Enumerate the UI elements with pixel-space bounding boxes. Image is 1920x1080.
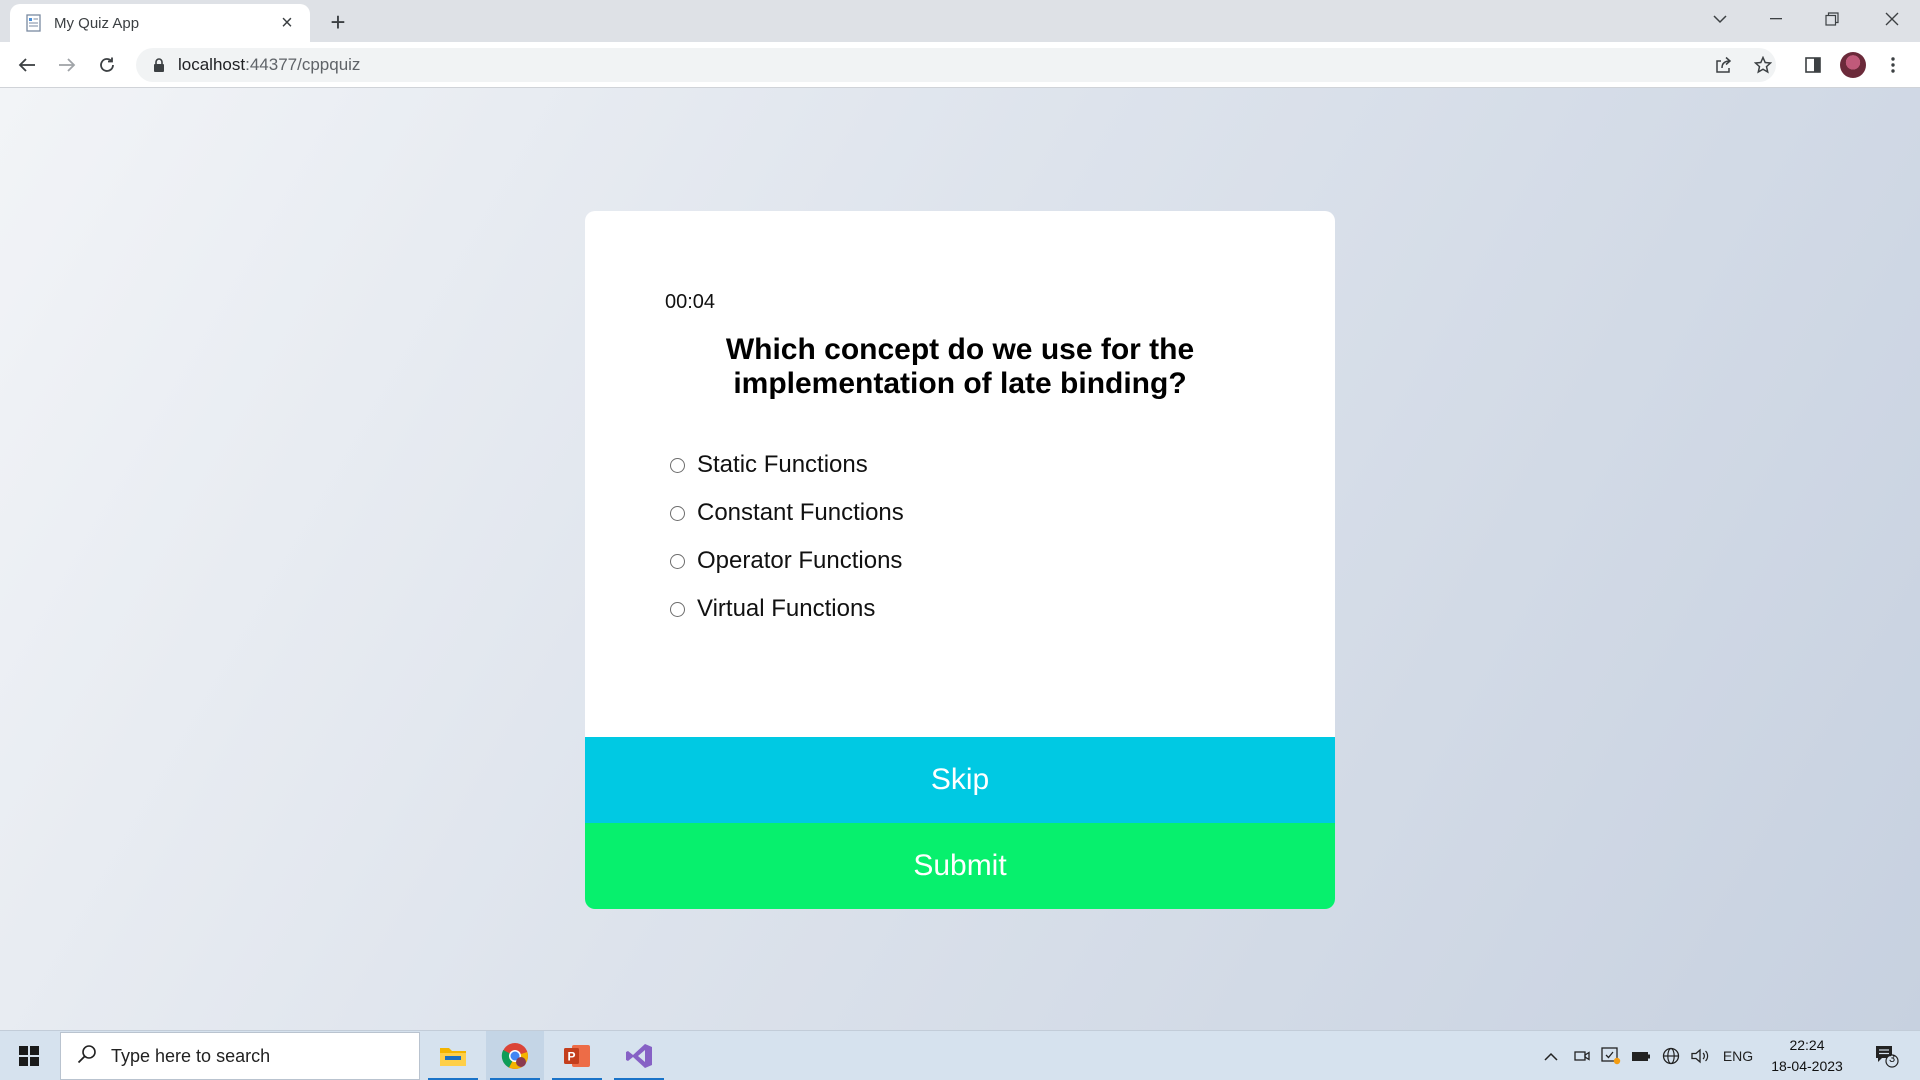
restore-icon[interactable] xyxy=(1804,0,1860,38)
close-window-icon[interactable] xyxy=(1864,0,1920,38)
profile-avatar[interactable] xyxy=(1836,48,1870,82)
taskbar-search-input[interactable]: Type here to search xyxy=(60,1032,420,1080)
windows-start-icon[interactable] xyxy=(0,1031,58,1080)
radio-button[interactable] xyxy=(670,457,685,473)
search-placeholder: Type here to search xyxy=(111,1045,271,1066)
chrome-icon[interactable] xyxy=(486,1031,544,1080)
radio-button[interactable] xyxy=(670,505,685,521)
quiz-timer: 00:04 xyxy=(665,291,716,313)
option-constant-functions[interactable]: Constant Functions xyxy=(670,489,904,537)
option-label: Static Functions xyxy=(697,451,868,478)
address-bar[interactable]: localhost:44377/cppquiz xyxy=(136,48,1776,82)
show-hidden-icons-chevron-icon[interactable] xyxy=(1540,1031,1562,1080)
visual-studio-icon[interactable] xyxy=(610,1031,668,1080)
url-path: :44377/cppquiz xyxy=(245,55,361,74)
browser-toolbar: localhost:44377/cppquiz xyxy=(0,42,1920,88)
bookmark-star-icon[interactable] xyxy=(1746,48,1780,82)
option-label: Virtual Functions xyxy=(697,595,876,622)
language-indicator[interactable]: ENG xyxy=(1718,1031,1758,1080)
reload-icon[interactable] xyxy=(90,48,124,82)
option-operator-functions[interactable]: Operator Functions xyxy=(670,537,904,585)
avatar xyxy=(1840,52,1866,78)
clock-date: 18-04-2023 xyxy=(1771,1058,1843,1074)
option-label: Constant Functions xyxy=(697,499,904,526)
lock-icon[interactable] xyxy=(150,56,168,74)
security-update-icon[interactable] xyxy=(1598,1031,1624,1080)
network-globe-icon[interactable] xyxy=(1658,1031,1684,1080)
meet-now-icon[interactable] xyxy=(1570,1031,1594,1080)
svg-text:P: P xyxy=(567,1050,575,1064)
page-favicon-icon xyxy=(24,13,44,33)
tab-strip: My Quiz App × + xyxy=(0,0,1920,42)
new-tab-icon[interactable]: + xyxy=(323,7,353,37)
search-icon xyxy=(77,1044,97,1069)
radio-button[interactable] xyxy=(670,553,685,569)
quiz-card: 00:04 Which concept do we use for the im… xyxy=(585,211,1335,909)
tab-search-chevron-icon[interactable] xyxy=(1692,0,1748,38)
notification-center-icon[interactable]: 3 xyxy=(1862,1031,1912,1080)
volume-icon[interactable] xyxy=(1688,1031,1714,1080)
question-text: Which concept do we use for the implemen… xyxy=(725,333,1195,400)
more-menu-icon[interactable] xyxy=(1876,48,1910,82)
powerpoint-icon[interactable]: P xyxy=(548,1031,606,1080)
tab-title: My Quiz App xyxy=(54,14,140,32)
option-virtual-functions[interactable]: Virtual Functions xyxy=(670,585,904,633)
radio-button[interactable] xyxy=(670,601,685,617)
minimize-icon[interactable] xyxy=(1748,0,1804,38)
notification-count: 3 xyxy=(1889,1053,1896,1065)
clock-time: 22:24 xyxy=(1789,1037,1825,1053)
skip-button[interactable]: Skip xyxy=(585,737,1335,823)
battery-icon[interactable] xyxy=(1628,1031,1654,1080)
option-label: Operator Functions xyxy=(697,547,903,574)
windows-taskbar: Type here to search P ENG 22:24 18-04-20… xyxy=(0,1030,1920,1080)
submit-button[interactable]: Submit xyxy=(585,823,1335,909)
page-viewport: 00:04 Which concept do we use for the im… xyxy=(0,88,1920,1030)
tab-my-quiz-app[interactable]: My Quiz App × xyxy=(10,4,310,42)
option-static-functions[interactable]: Static Functions xyxy=(670,441,904,489)
forward-arrow-icon[interactable] xyxy=(50,48,84,82)
file-explorer-icon[interactable] xyxy=(424,1031,482,1080)
share-icon[interactable] xyxy=(1706,48,1740,82)
side-panel-icon[interactable] xyxy=(1796,48,1830,82)
tab-close-icon[interactable]: × xyxy=(276,12,298,34)
url-host: localhost xyxy=(178,55,246,74)
back-arrow-icon[interactable] xyxy=(10,48,44,82)
system-clock[interactable]: 22:24 18-04-2023 xyxy=(1766,1035,1848,1077)
answer-options: Static Functions Constant Functions Oper… xyxy=(670,441,904,633)
